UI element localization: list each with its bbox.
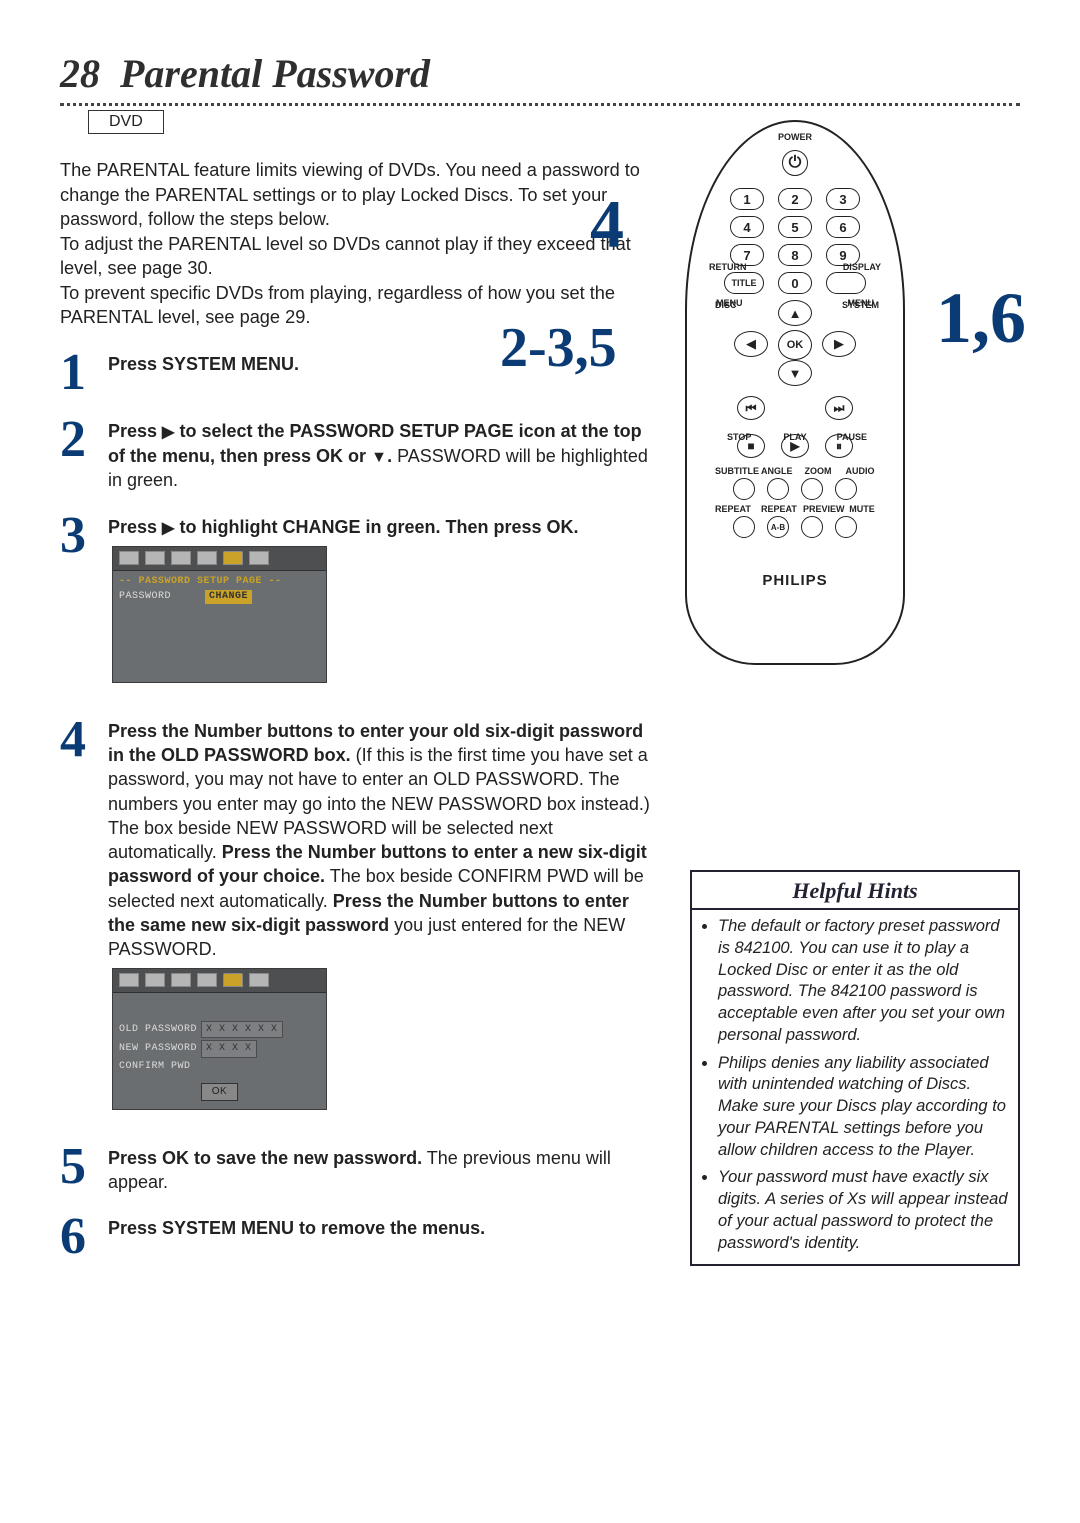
callout-1-6: 1,6 xyxy=(936,282,1026,354)
intro-p2: To adjust the PARENTAL level so DVDs can… xyxy=(60,234,631,279)
lock-icon xyxy=(223,973,243,987)
step-number: 5 xyxy=(60,1142,108,1191)
preview-button[interactable] xyxy=(801,516,823,538)
l: ANGLE xyxy=(761,466,791,476)
old-password-field: X X X X X X xyxy=(201,1021,283,1039)
menu-l-label: MENU xyxy=(716,298,743,308)
dpad: ▲ ▼ ◀ ▶ OK MENU MENU xyxy=(730,300,860,390)
step-number: 1 xyxy=(60,348,108,397)
step-1-text: Press SYSTEM MENU. xyxy=(108,354,299,374)
prev-button[interactable]: ⏮ xyxy=(737,396,765,420)
l: SUBTITLE xyxy=(715,466,749,476)
l: PREVIEW xyxy=(803,504,837,514)
t: Press OK to save the new password. xyxy=(108,1148,422,1168)
return-label: RETURN xyxy=(709,262,747,272)
helpful-hints-box: Helpful Hints The default or factory pre… xyxy=(690,870,1020,1266)
page-number: 28 xyxy=(60,51,100,96)
t: Press xyxy=(108,517,162,537)
osd-title: -- PASSWORD SETUP PAGE -- xyxy=(119,575,320,589)
power-button[interactable]: ⏻ xyxy=(782,150,808,176)
t: Press xyxy=(108,421,162,441)
num-5-button[interactable]: 5 xyxy=(778,216,812,238)
step-number: 2 xyxy=(60,415,108,464)
mute-button[interactable] xyxy=(835,516,857,538)
osd-iconbar xyxy=(113,547,326,571)
power-label: POWER xyxy=(687,132,903,142)
dotted-rule xyxy=(60,103,1020,106)
display-label: DISPLAY xyxy=(843,262,881,272)
new-password-field: X X X X xyxy=(201,1040,257,1058)
subtitle-button[interactable] xyxy=(733,478,755,500)
num-0-button[interactable]: 0 xyxy=(778,272,812,294)
l: MUTE xyxy=(849,504,875,514)
play-label: PLAY xyxy=(687,432,903,442)
left-button[interactable]: ◀ xyxy=(734,331,768,357)
num-2-button[interactable]: 2 xyxy=(778,188,812,210)
num-1-button[interactable]: 1 xyxy=(730,188,764,210)
t: to highlight CHANGE in green. Then press… xyxy=(175,517,579,537)
remote-figure: 4 2-3,5 1,6 POWER ⏻ 1 2 3 4 5 6 7 8 9 RE… xyxy=(660,120,930,665)
media-badge: DVD xyxy=(88,110,164,134)
l: AUDIO xyxy=(845,466,875,476)
display-button[interactable] xyxy=(826,272,866,294)
right-button[interactable]: ▶ xyxy=(822,331,856,357)
down-triangle-icon: ▼ xyxy=(371,447,387,469)
step-number: 6 xyxy=(60,1212,108,1261)
l: ZOOM xyxy=(803,466,833,476)
right-triangle-icon: ▶ xyxy=(162,422,174,444)
osd-row-value: CHANGE xyxy=(205,590,252,604)
step-number: 3 xyxy=(60,511,108,560)
hint-item: Philips denies any liability associated … xyxy=(718,1053,1008,1162)
menu-r-label: MENU xyxy=(848,298,875,308)
step-5: 5 Press OK to save the new password. The… xyxy=(60,1142,650,1195)
repeat-ab-button[interactable]: A-B xyxy=(767,516,789,538)
next-button[interactable]: ⏭ xyxy=(825,396,853,420)
callout-4: 4 xyxy=(590,190,624,258)
num-row: 1 2 3 xyxy=(687,188,903,210)
zoom-button[interactable] xyxy=(801,478,823,500)
osd-iconbar xyxy=(113,969,326,993)
step-6: 6 Press SYSTEM MENU to remove the menus. xyxy=(60,1212,650,1261)
t: OLD PASSWORD xyxy=(119,1023,197,1037)
osd-password-setup: -- PASSWORD SETUP PAGE -- PASSWORD CHANG… xyxy=(112,546,327,683)
angle-button[interactable] xyxy=(767,478,789,500)
hints-title: Helpful Hints xyxy=(692,878,1018,904)
hint-item: Your password must have exactly six digi… xyxy=(718,1167,1008,1254)
l: REPEAT xyxy=(761,504,791,514)
callout-2-3-5: 2-3,5 xyxy=(500,320,617,376)
num-8-button[interactable]: 8 xyxy=(778,244,812,266)
step-2: 2 Press ▶ to select the PASSWORD SETUP P… xyxy=(60,415,650,493)
num-4-button[interactable]: 4 xyxy=(730,216,764,238)
title-button[interactable]: TITLE xyxy=(724,272,764,294)
title-text: Parental Password xyxy=(120,51,430,96)
t: Press SYSTEM MENU to remove the menus. xyxy=(108,1218,485,1238)
l: REPEAT xyxy=(715,504,749,514)
repeat-button[interactable] xyxy=(733,516,755,538)
page-title: 28 Parental Password xyxy=(60,50,1020,97)
brand-label: PHILIPS xyxy=(687,572,903,589)
ok-button[interactable]: OK xyxy=(778,330,812,360)
t: CONFIRM PWD xyxy=(119,1060,191,1074)
osd-row-label: PASSWORD xyxy=(119,590,171,604)
hint-item: The default or factory preset password i… xyxy=(718,916,1008,1047)
osd-password-entry: OLD PASSWORD X X X X X X NEW PASSWORD X X … xyxy=(112,968,327,1110)
step-4: 4 Press the Number buttons to enter your… xyxy=(60,715,650,1124)
intro-text: The PARENTAL feature limits viewing of D… xyxy=(60,158,650,330)
audio-button[interactable] xyxy=(835,478,857,500)
down-button[interactable]: ▼ xyxy=(778,360,812,386)
up-button[interactable]: ▲ xyxy=(778,300,812,326)
step-number: 4 xyxy=(60,715,108,764)
step-3: 3 Press ▶ to highlight CHANGE in green. … xyxy=(60,511,650,697)
t: NEW PASSWORD xyxy=(119,1042,197,1056)
num-6-button[interactable]: 6 xyxy=(826,216,860,238)
right-triangle-icon: ▶ xyxy=(162,518,174,540)
num-3-button[interactable]: 3 xyxy=(826,188,860,210)
lock-icon xyxy=(223,551,243,565)
intro-p1: The PARENTAL feature limits viewing of D… xyxy=(60,160,640,229)
remote-control: POWER ⏻ 1 2 3 4 5 6 7 8 9 RETURN DISPLAY… xyxy=(685,120,905,665)
osd-ok-button: OK xyxy=(201,1083,238,1101)
pause-label: PAUSE xyxy=(837,432,867,442)
